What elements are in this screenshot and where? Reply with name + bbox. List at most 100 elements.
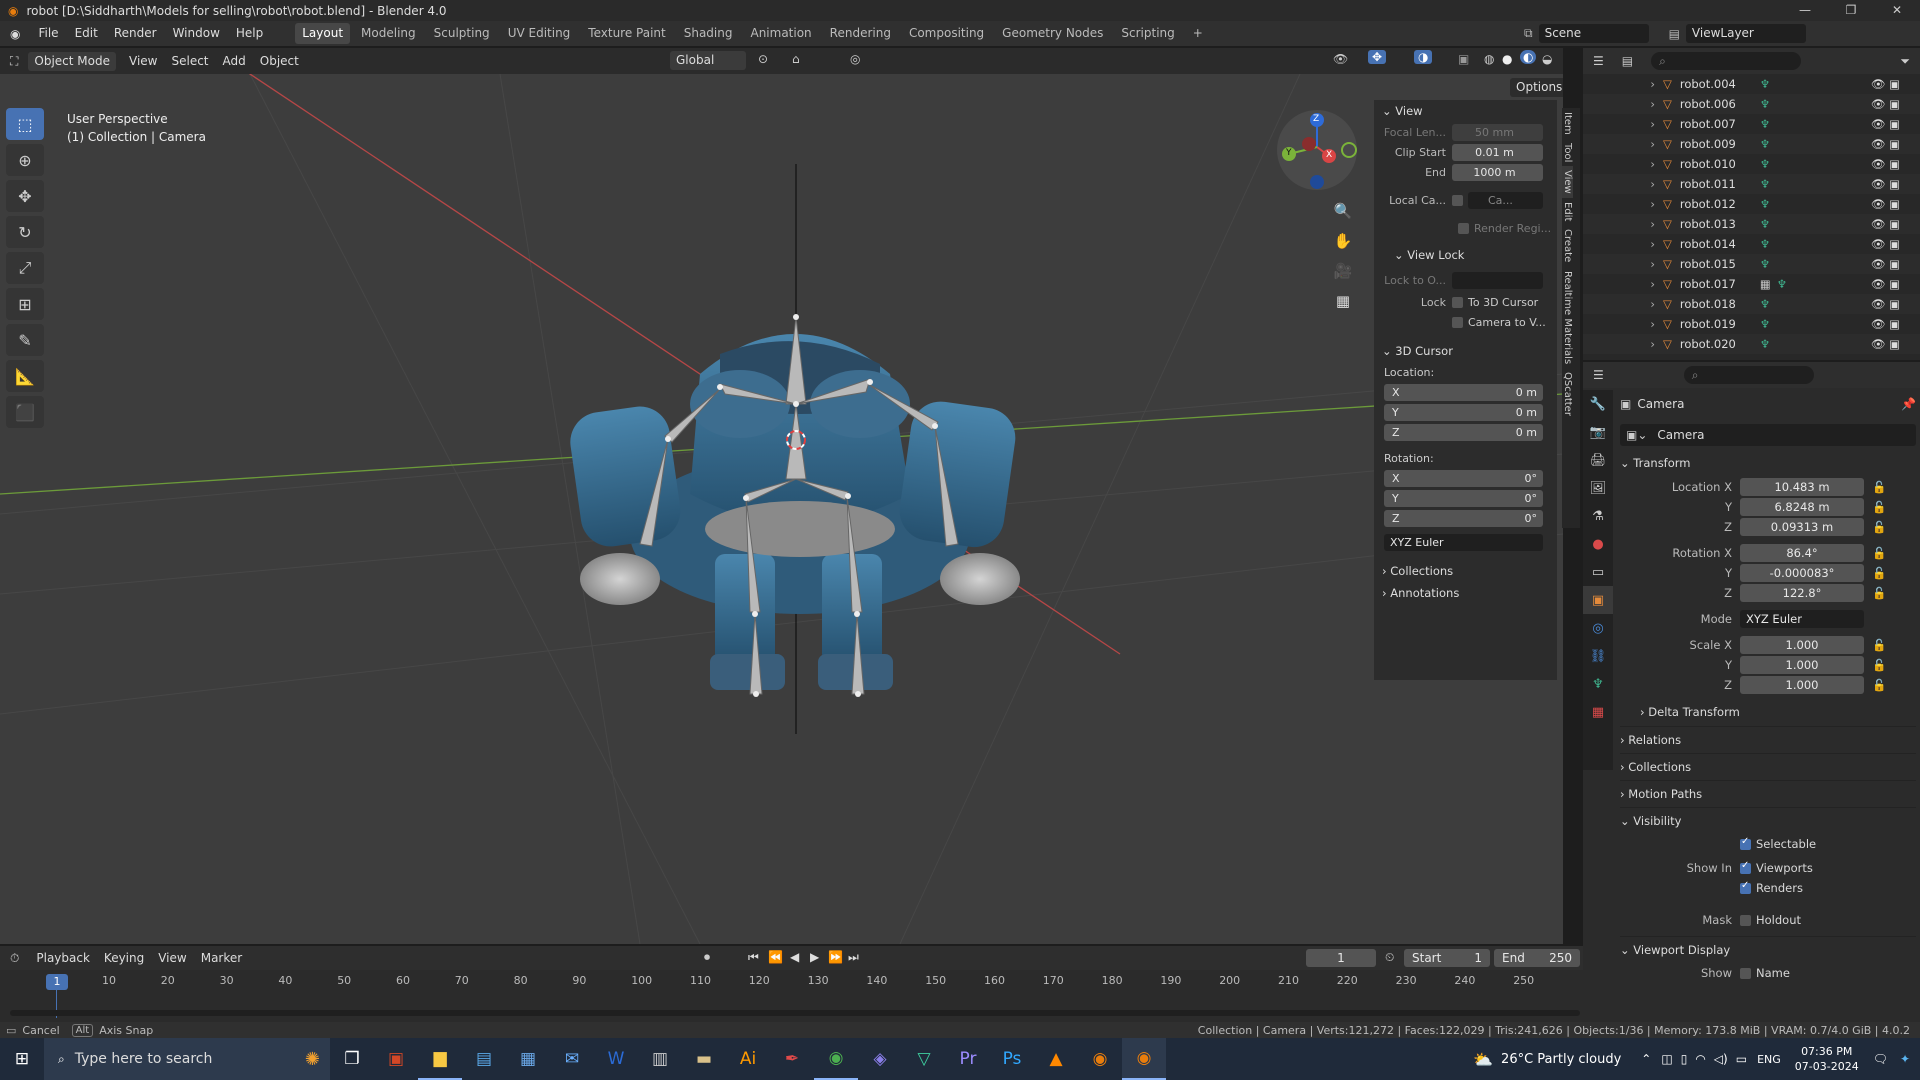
outliner-row-robot-015[interactable]: › ▽ robot.015 ♆ 👁 ▣ [1583,254,1920,274]
rotate-tool-icon[interactable]: ↻ [6,216,44,248]
photos-icon[interactable]: ▤ [462,1038,506,1080]
visibility-eye-icon[interactable]: 👁 ▣ [1871,177,1900,191]
pin-icon[interactable]: 📌 [1901,397,1916,411]
timeline-scrollbar[interactable] [10,1010,1580,1016]
playhead[interactable]: 1 [46,974,68,990]
view-lock-section-header[interactable]: ⌄ View Lock [1374,244,1557,266]
photoshop-icon[interactable]: Ps [990,1038,1034,1080]
overlay-toggle-icon[interactable]: ◑ [1414,50,1433,64]
clip-start-field[interactable]: 0.01 m [1452,143,1543,161]
selectable-checkbox[interactable] [1740,836,1751,850]
volume-icon[interactable]: ◁) [1714,1052,1728,1066]
weather-icon[interactable]: ⛅ [1473,1050,1493,1069]
show-name-checkbox[interactable] [1740,967,1751,979]
snap-icon[interactable]: ⌂ [792,52,800,66]
sidebar-tab-edit[interactable]: Edit [1562,198,1573,225]
lock-icon[interactable]: 🔓 [1872,546,1886,560]
outliner-filter-icon[interactable]: ⏷ [1900,54,1910,69]
visibility-eye-icon[interactable]: 👁 ▣ [1871,237,1900,251]
cursor-location-y-field[interactable]: Y0 m [1384,403,1543,421]
visibility-section-header[interactable]: ⌄ Visibility [1620,807,1916,834]
location-y-field[interactable]: 6.8248 m [1740,498,1864,516]
viewport-menu-select[interactable]: Select [164,50,215,72]
rendered-shading-icon[interactable]: ◒ [1542,52,1552,66]
file-explorer-icon[interactable]: ▆ [418,1038,462,1080]
lock-icon[interactable]: 🔓 [1872,638,1886,652]
copilot-icon[interactable]: ✦ [1900,1052,1910,1066]
visibility-eye-icon[interactable]: 👁 ▣ [1871,217,1900,231]
workspace-tab-scripting[interactable]: Scripting [1114,23,1181,44]
scene-icon[interactable]: ⧉ [1524,26,1533,41]
preview-range-icon[interactable]: ⏲ [1385,950,1394,965]
lock-icon[interactable]: 🔓 [1872,480,1886,494]
clip-end-field[interactable]: 1000 m [1452,163,1543,181]
viewlayer-selector[interactable]: ViewLayer [1685,24,1806,43]
transform-tool-icon[interactable]: ⊞ [6,288,44,320]
notification-icon[interactable]: 🗨 [1873,1052,1888,1066]
proportional-edit-icon[interactable]: ◎ [850,52,860,66]
ortho-grid-icon[interactable]: ▦ [1330,286,1356,316]
outliner-row-robot-017[interactable]: › ▽ robot.017 ▦ ♆ 👁 ▣ [1583,274,1920,294]
object-tab-icon[interactable]: ▣ [1583,586,1613,614]
scene-tab-icon[interactable]: ⚗ [1583,502,1613,530]
show-in-viewports-checkbox[interactable] [1740,860,1751,874]
sidebar-tab-create[interactable]: Create [1562,225,1573,266]
outliner-row-robot-018[interactable]: › ▽ robot.018 ♆ 👁 ▣ [1583,294,1920,314]
scene-selector[interactable]: Scene [1538,24,1649,43]
scale-y-field[interactable]: 1.000 [1740,656,1864,674]
motion-paths-section-header[interactable]: › Motion Paths [1620,780,1916,807]
prev-keyframe-icon[interactable]: ⏪ [768,950,783,964]
rotation-x-field[interactable]: 86.4° [1740,544,1864,562]
visibility-eye-icon[interactable]: 👁 ▣ [1871,277,1900,291]
visibility-eye-icon[interactable]: 👁 ▣ [1871,117,1900,131]
physics-tab-icon[interactable]: ♆ [1583,670,1613,698]
lock-to-object-field[interactable] [1452,271,1543,289]
annotations-section-header[interactable]: › Annotations [1374,582,1557,604]
cursor-tool-icon[interactable]: ⊕ [6,144,44,176]
properties-search-field[interactable]: ⌕ [1683,366,1814,384]
visibility-eye-icon[interactable]: 👁 ▣ [1871,97,1900,111]
render-tab-icon[interactable]: 📷 [1583,418,1613,446]
visibility-eye-icon[interactable]: 👁 ▣ [1871,77,1900,91]
blender-active-taskbar-icon[interactable]: ◉ [1122,1038,1166,1080]
language-indicator[interactable]: ENG [1757,1053,1781,1066]
outliner-row-robot-007[interactable]: › ▽ robot.007 ♆ 👁 ▣ [1583,114,1920,134]
chrome-icon[interactable]: ◉ [814,1038,858,1080]
cursor-rotation-mode-dropdown[interactable]: XYZ Euler [1384,533,1543,551]
collections-section-header[interactable]: › Collections [1620,753,1916,780]
rotation-z-field[interactable]: 122.8° [1740,584,1864,602]
modifier-tab-icon[interactable]: ◎ [1583,614,1613,642]
workspace-tab-rendering[interactable]: Rendering [823,23,898,44]
viewport-menu-add[interactable]: Add [216,50,253,72]
solid-shading-icon[interactable]: ● [1502,52,1512,66]
texture-tab-icon[interactable]: ▦ [1583,698,1613,726]
viewport-menu-view[interactable]: View [122,50,164,72]
focal-length-field[interactable]: 50 mm [1452,123,1543,141]
start-frame-field[interactable]: Start 1 [1404,949,1490,967]
lock-cursor-checkbox[interactable] [1452,296,1463,308]
timeline-menu-view[interactable]: View [151,947,193,969]
clock[interactable]: 07:36 PM 07-03-2024 [1795,1044,1859,1074]
options-dropdown[interactable]: Options [1510,78,1563,97]
illustrator-icon[interactable]: Ai [726,1038,770,1080]
material-shading-icon[interactable]: ◐ [1520,50,1537,64]
vectary-icon[interactable]: ▽ [902,1038,946,1080]
cursor-rotation-z-field[interactable]: Z 0° [1384,509,1543,527]
record-icon[interactable]: ⏺ [704,950,710,965]
tool-tab-icon[interactable]: 🔧 [1583,390,1613,418]
cursor-location-x-field[interactable]: X0 m [1384,383,1543,401]
menu-help[interactable]: Help [228,21,271,46]
move-tool-icon[interactable]: ✥ [6,180,44,212]
jump-start-icon[interactable]: ⏮ [748,950,759,965]
visibility-eye-icon[interactable]: 👁 ▣ [1871,317,1900,331]
outliner-row-robot-014[interactable]: › ▽ robot.014 ♆ 👁 ▣ [1583,234,1920,254]
blender-taskbar-icon[interactable]: ◉ [1078,1038,1122,1080]
3d-viewport[interactable]: User Perspective (1) Collection | Camera… [0,74,1563,944]
visibility-eye-icon[interactable]: 👁 ▣ [1871,197,1900,211]
scale-tool-icon[interactable]: ⤢ [6,252,44,284]
collection-tab-icon[interactable]: ▭ [1583,558,1613,586]
cursor-rotation-y-field[interactable]: Y 0° [1384,489,1543,507]
sidebar-tab-tool[interactable]: Tool [1562,139,1573,166]
outliner-editor-icon[interactable]: ☰ [1593,54,1604,68]
camera-to-view-checkbox[interactable] [1452,316,1463,328]
